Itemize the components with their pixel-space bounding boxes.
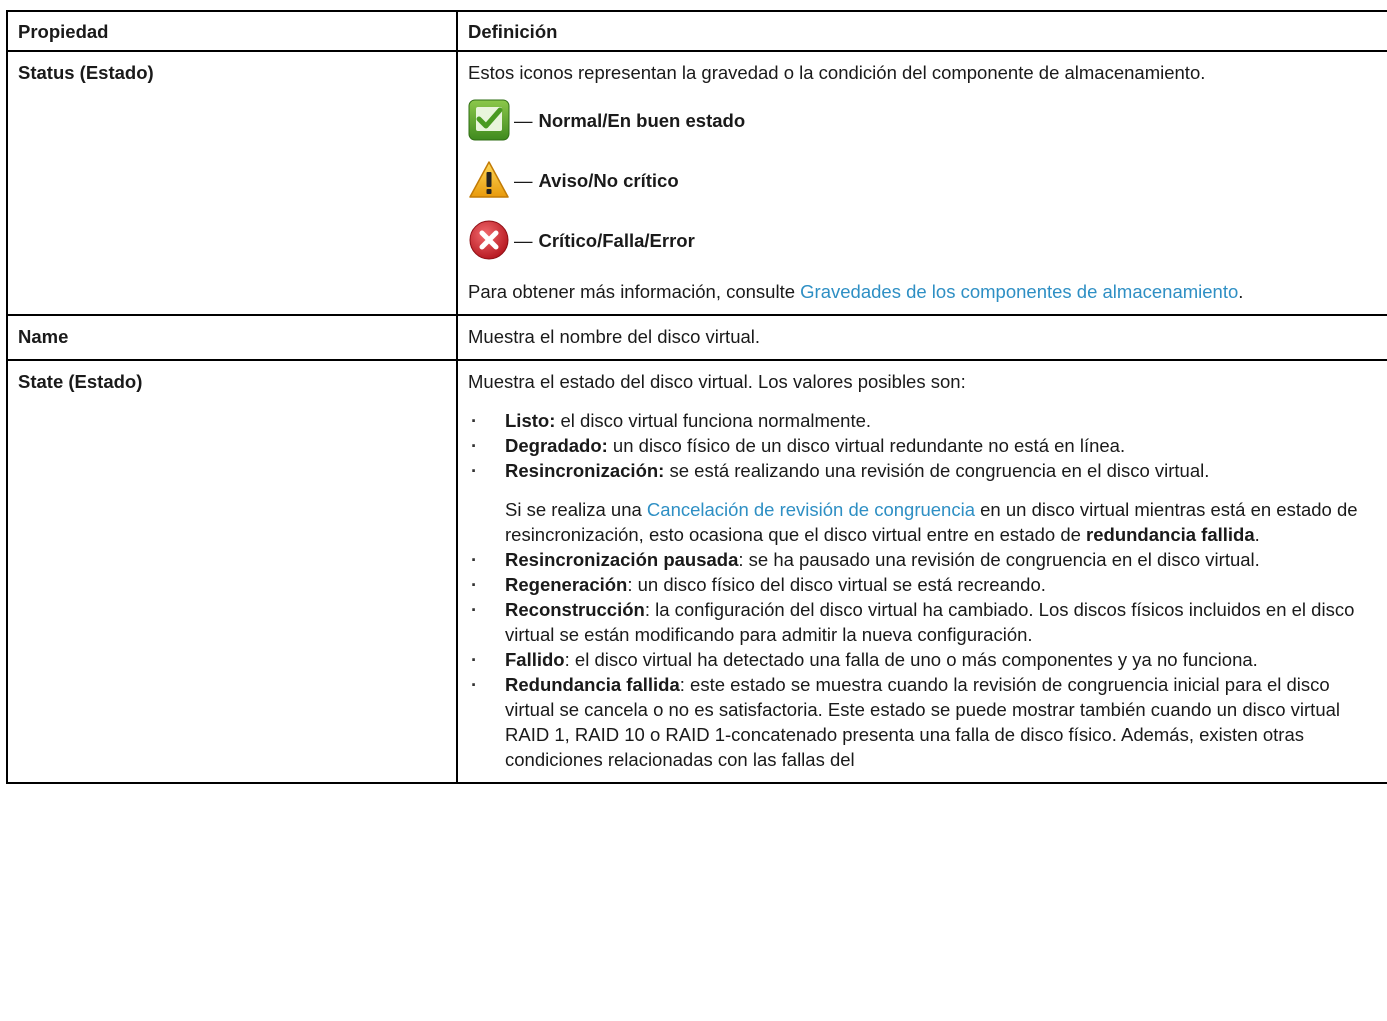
status-normal-dash: — xyxy=(514,109,533,131)
status-intro: Estos iconos representan la gravedad o l… xyxy=(468,62,1206,83)
status-warning-label: Aviso/No crítico xyxy=(538,169,679,191)
list-item: Resincronización: se está realizando una… xyxy=(468,458,1384,483)
state-term: Redundancia fallida xyxy=(505,674,680,695)
state-list-2: Resincronización pausada: se ha pausado … xyxy=(468,547,1384,772)
note-suffix: . xyxy=(1254,524,1260,545)
severity-link[interactable]: Gravedades de los componentes de almacen… xyxy=(800,281,1238,302)
state-term: Regeneración xyxy=(505,574,628,595)
list-item: Fallido: el disco virtual ha detectado u… xyxy=(468,647,1384,672)
header-definition: Definición xyxy=(457,11,1387,52)
state-term: Reconstrucción xyxy=(505,599,645,620)
property-state: State (Estado) xyxy=(7,360,458,784)
error-icon xyxy=(469,220,509,260)
definition-status: Estos iconos representan la gravedad o l… xyxy=(457,51,1387,316)
more-info-paragraph: Para obtener más información, consulte G… xyxy=(468,279,1384,304)
definition-state: Muestra el estado del disco virtual. Los… xyxy=(457,360,1387,784)
status-normal: — Normal/En buen estado xyxy=(468,99,1384,141)
state-term: Resincronización pausada xyxy=(505,549,739,570)
table-row-status: Status (Estado) Estos iconos representan… xyxy=(7,51,1387,316)
state-term: Fallido xyxy=(505,649,565,670)
definition-name: Muestra el nombre del disco virtual. xyxy=(457,315,1387,361)
state-desc: se está realizando una revisión de congr… xyxy=(664,460,1210,481)
status-normal-label: Normal/En buen estado xyxy=(538,109,746,131)
status-warning-dash: — xyxy=(514,169,533,191)
resync-note: Si se realiza una Cancelación de revisió… xyxy=(505,497,1384,547)
status-critical: — Crítico/Falla/Error xyxy=(468,219,1384,261)
table-row-state: State (Estado) Muestra el estado del dis… xyxy=(7,360,1387,784)
list-item: Degradado: un disco físico de un disco v… xyxy=(468,433,1384,458)
state-intro: Muestra el estado del disco virtual. Los… xyxy=(468,371,966,392)
state-desc: el disco virtual funciona normalmente. xyxy=(555,410,872,431)
list-item: Resincronización pausada: se ha pausado … xyxy=(468,547,1384,572)
state-desc: : se ha pausado una revisión de congruen… xyxy=(738,549,1260,570)
status-critical-dash: — xyxy=(514,229,533,251)
state-term: Resincronización: xyxy=(505,460,665,481)
state-list-1: Listo: el disco virtual funciona normalm… xyxy=(468,408,1384,483)
cancel-check-link[interactable]: Cancelación de revisión de congruencia xyxy=(647,499,975,520)
status-critical-label: Crítico/Falla/Error xyxy=(538,229,695,251)
state-term: Listo: xyxy=(505,410,556,431)
property-table: Propiedad Definición Status (Estado) Est… xyxy=(6,10,1387,784)
state-desc: : un disco físico del disco virtual se e… xyxy=(627,574,1046,595)
state-desc: : el disco virtual ha detectado una fall… xyxy=(564,649,1258,670)
warning-icon xyxy=(469,161,509,198)
list-item: Redundancia fallida: este estado se mues… xyxy=(468,672,1384,772)
state-desc: un disco físico de un disco virtual redu… xyxy=(607,435,1126,456)
property-name: Name xyxy=(7,315,458,361)
header-property: Propiedad xyxy=(7,11,458,52)
check-icon xyxy=(468,99,510,141)
list-item: Reconstrucción: la configuración del dis… xyxy=(468,597,1384,647)
state-term: Degradado: xyxy=(505,435,608,456)
status-warning: — Aviso/No crítico xyxy=(468,159,1384,201)
more-info-prefix: Para obtener más información, consulte xyxy=(468,281,801,302)
note-bold: redundancia fallida xyxy=(1086,524,1255,545)
table-header-row: Propiedad Definición xyxy=(7,11,1387,52)
more-info-suffix: . xyxy=(1238,281,1244,302)
list-item: Regeneración: un disco físico del disco … xyxy=(468,572,1384,597)
note-prefix: Si se realiza una xyxy=(505,499,647,520)
list-item: Listo: el disco virtual funciona normalm… xyxy=(468,408,1384,433)
table-row-name: Name Muestra el nombre del disco virtual… xyxy=(7,315,1387,361)
property-status: Status (Estado) xyxy=(7,51,458,316)
